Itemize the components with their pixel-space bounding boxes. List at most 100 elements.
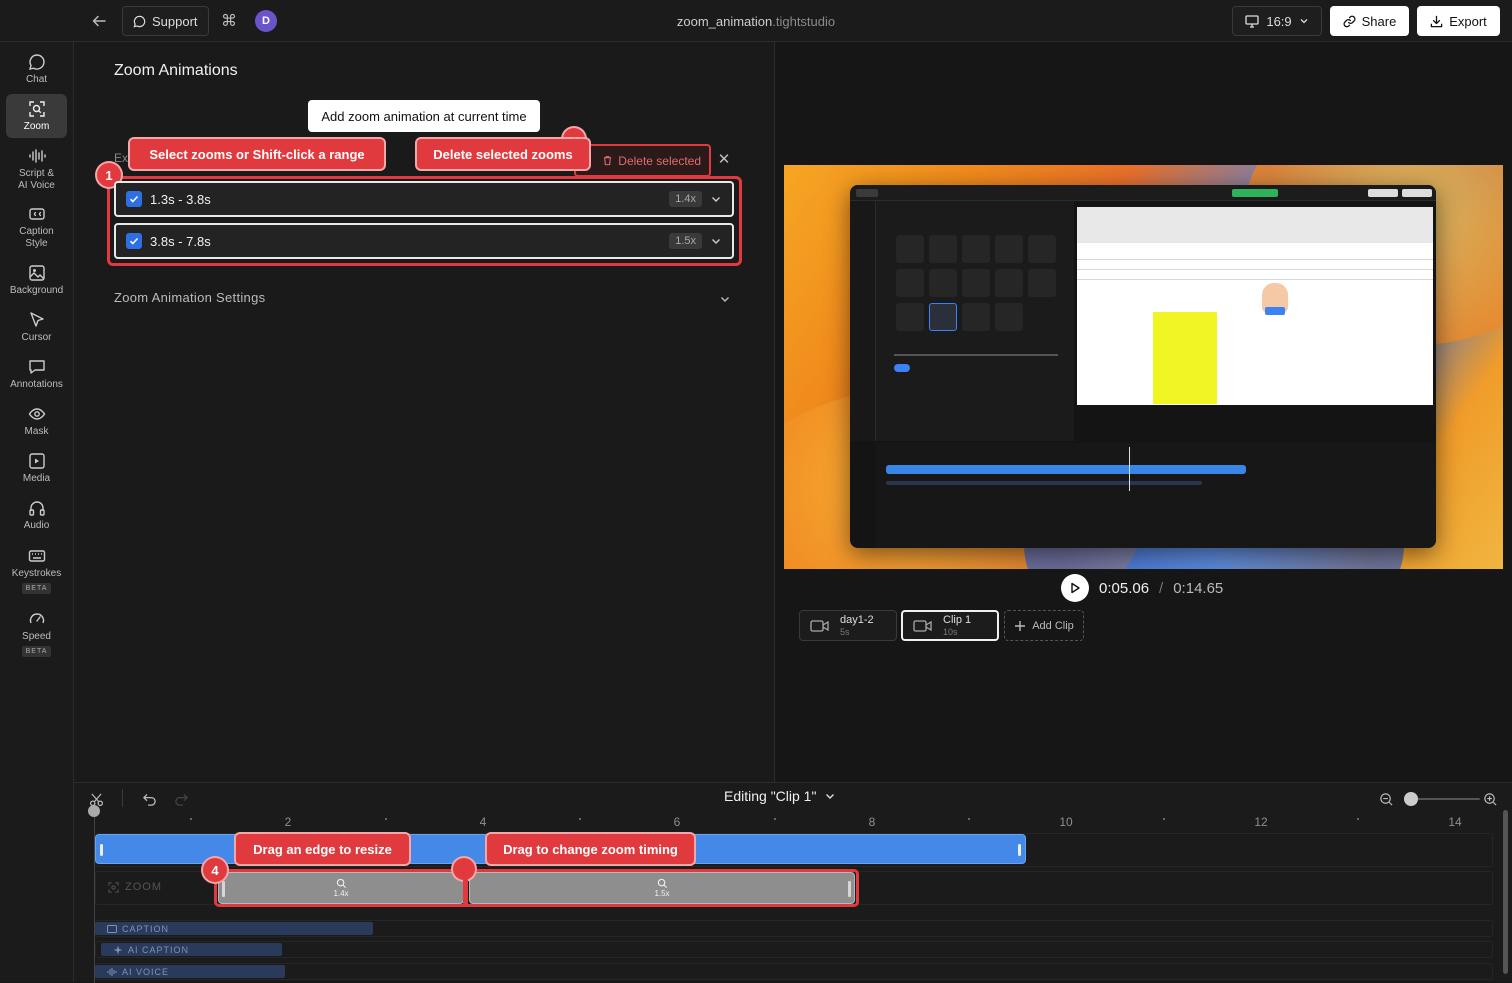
playhead-line	[94, 807, 95, 983]
track-label: AI VOICE	[122, 966, 170, 977]
ruler-label: 14	[1448, 815, 1462, 829]
chat-bubble-icon	[133, 15, 146, 27]
step-badge: 4	[203, 858, 227, 882]
check-icon	[129, 237, 139, 245]
headphones-icon	[28, 500, 45, 516]
back-arrow-icon[interactable]	[88, 10, 110, 32]
video-preview[interactable]	[784, 165, 1503, 569]
title-extension: .tightstudio	[772, 14, 836, 29]
track-label: CAPTION	[122, 923, 170, 934]
avatar[interactable]: D	[255, 10, 277, 32]
segment-edge-handle[interactable]	[848, 881, 851, 897]
sidebar-item-chat[interactable]: Chat	[6, 48, 67, 90]
toolbar-divider	[122, 789, 123, 807]
clip-card-active[interactable]: Clip 1 10s	[901, 610, 999, 641]
zoom-settings-toggle[interactable]: Zoom Animation Settings	[114, 290, 265, 305]
sidebar-item-background[interactable]: Background	[6, 260, 67, 300]
zoom-track-label: ZOOM	[108, 881, 162, 893]
panel-title: Zoom Animations	[114, 62, 238, 79]
ai-caption-track	[95, 941, 1493, 958]
timeline-zoom-slider[interactable]	[1404, 789, 1480, 809]
zoom-segment[interactable]: 1.5x	[469, 872, 855, 904]
sidebar-item-mask[interactable]: Mask	[6, 401, 67, 441]
aspect-ratio-select[interactable]: 16:9	[1232, 6, 1322, 36]
sidebar-item-script[interactable]: Script & AI Voice	[6, 144, 67, 194]
clip-start-handle[interactable]	[100, 844, 103, 856]
ai-caption-track-bar[interactable]: AI CAPTION	[101, 943, 282, 956]
sidebar-item-label: Audio	[23, 519, 50, 531]
clip-duration: 5s	[840, 626, 850, 637]
sidebar-item-audio[interactable]: Audio	[6, 495, 67, 535]
play-icon	[1071, 582, 1080, 594]
ruler-label: 10	[1059, 815, 1073, 829]
zoom-segment[interactable]: 1.4x	[218, 872, 464, 904]
preview-area: 0:05.06 / 0:14.65 day1-2 5s Clip 1 10s A…	[775, 42, 1512, 782]
zoom-track-name: ZOOM	[125, 881, 162, 893]
segment-edge-handle[interactable]	[222, 881, 225, 897]
plus-icon	[1015, 620, 1026, 631]
checkbox[interactable]	[126, 233, 142, 249]
chevron-down-icon[interactable]	[710, 193, 722, 205]
ruler-tick	[968, 818, 970, 820]
checkbox[interactable]	[126, 191, 142, 207]
add-zoom-button[interactable]: Add zoom animation at current time	[308, 100, 540, 132]
video-camera-icon	[913, 619, 932, 632]
delete-selected-button[interactable]: Delete selected	[574, 144, 711, 177]
ai-voice-track-bar[interactable]: AI VOICE	[95, 965, 285, 978]
title-name: zoom_animation	[676, 14, 773, 29]
aspect-ratio-value: 16:9	[1266, 13, 1292, 29]
sidebar-item-keystrokes[interactable]: Keystrokes BETA	[6, 542, 67, 598]
sidebar-item-caption-style[interactable]: Caption Style	[6, 202, 67, 252]
playhead-handle[interactable]	[88, 805, 100, 817]
command-icon[interactable]: ⌘	[218, 10, 240, 32]
support-button[interactable]: Support	[122, 6, 209, 36]
add-clip-button[interactable]: Add Clip	[1004, 610, 1084, 641]
caption-track-bar[interactable]: CAPTION	[95, 922, 373, 935]
time-separator: /	[1159, 579, 1164, 597]
export-button[interactable]: Export	[1417, 6, 1500, 36]
tooltip-drag-timing: Drag to change zoom timing	[487, 834, 694, 864]
play-button[interactable]	[1061, 574, 1089, 602]
undo-icon[interactable]	[138, 788, 160, 810]
ruler-label: 12	[1254, 815, 1268, 829]
download-icon	[1430, 15, 1443, 27]
video-camera-icon	[810, 619, 829, 632]
chevron-down-icon[interactable]	[710, 235, 722, 247]
recorded-app-screenshot	[850, 185, 1436, 548]
sidebar-item-label: Mask	[24, 425, 49, 437]
chevron-down-icon[interactable]	[719, 292, 731, 310]
zoom-segment-scale: 1.4x	[333, 888, 349, 898]
zoom-list-item[interactable]: 1.3s - 3.8s 1.4x	[114, 181, 734, 217]
sidebar-item-cursor[interactable]: Cursor	[6, 307, 67, 347]
zoom-list-item[interactable]: 3.8s - 7.8s 1.5x	[114, 223, 734, 259]
zoom-in-icon[interactable]	[1479, 788, 1501, 810]
ruler-label: 6	[673, 815, 681, 829]
ruler-label: 8	[868, 815, 876, 829]
caption-icon	[28, 207, 45, 220]
ruler-tick	[385, 818, 387, 820]
ai-voice-track	[95, 963, 1493, 980]
close-icon[interactable]: ✕	[716, 151, 732, 168]
clip-selector[interactable]: Editing "Clip 1"	[724, 788, 836, 804]
waveform-icon	[28, 148, 46, 163]
share-button[interactable]: Share	[1330, 6, 1409, 36]
sidebar-item-speed[interactable]: Speed BETA	[6, 605, 67, 661]
sidebar-item-zoom[interactable]: Zoom	[6, 94, 67, 138]
clip-card[interactable]: day1-2 5s	[799, 610, 897, 641]
delete-selected-label: Delete selected	[618, 153, 701, 168]
monitor-icon	[1245, 14, 1259, 28]
clip-end-handle[interactable]	[1018, 844, 1021, 856]
segment-boundary-handle[interactable]	[463, 870, 468, 906]
clip-name: day1-2	[840, 613, 874, 626]
caption-icon	[107, 924, 117, 933]
zoom-scale-badge: 1.4x	[669, 191, 702, 207]
sidebar-item-annotations[interactable]: Annotations	[6, 354, 67, 394]
top-bar: Support ⌘ D zoom_animation.tightstudio 1…	[0, 0, 1512, 42]
sidebar-item-label: Caption Style	[19, 225, 54, 249]
timeline-scrollbar[interactable]	[1503, 810, 1508, 974]
zoom-out-icon[interactable]	[1375, 788, 1397, 810]
tooltip-delete-zooms: Delete selected zooms	[417, 139, 589, 169]
sidebar-item-media[interactable]: Media	[6, 448, 67, 488]
redo-icon[interactable]	[170, 788, 192, 810]
sidebar-item-label: Script & AI Voice	[18, 167, 55, 191]
